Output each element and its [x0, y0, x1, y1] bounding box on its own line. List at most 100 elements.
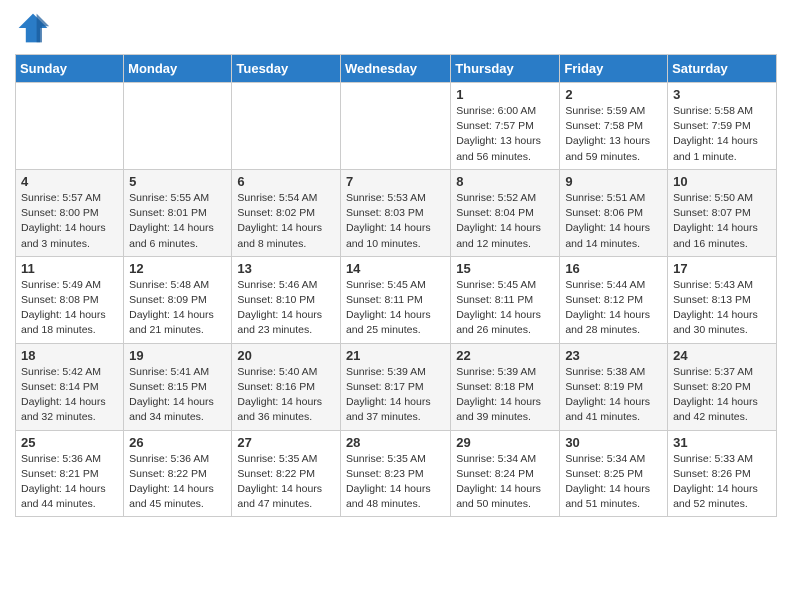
day-cell [232, 83, 341, 170]
day-cell: 1Sunrise: 6:00 AM Sunset: 7:57 PM Daylig… [451, 83, 560, 170]
day-cell: 31Sunrise: 5:33 AM Sunset: 8:26 PM Dayli… [668, 430, 777, 517]
day-number: 13 [237, 261, 335, 276]
week-row-5: 25 Sunrise: 5:36 AM Sunset: 8:21 PM Dayli… [16, 430, 777, 517]
day-number: 16 [565, 261, 662, 276]
day-info: Sunrise: 5:39 AM Sunset: 8:18 PM Dayligh… [456, 365, 554, 426]
weekday-header-saturday: Saturday [668, 55, 777, 83]
day-number: 30 [565, 435, 662, 450]
day-number: 6 [237, 174, 335, 189]
day-cell: 2 Sunrise: 5:59 AM Sunset: 7:58 PM Daylig… [560, 83, 668, 170]
day-number: 8 [456, 174, 554, 189]
day-number: 3 [673, 87, 771, 102]
day-number: 29 [456, 435, 554, 450]
weekday-header-tuesday: Tuesday [232, 55, 341, 83]
day-cell: 24 Sunrise: 5:37 AM Sunset: 8:20 PM Dayli… [668, 343, 777, 430]
day-cell: 7 Sunrise: 5:53 AM Sunset: 8:03 PM Daylig… [340, 169, 450, 256]
day-info: Sunrise: 5:36 AM Sunset: 8:21 PM Dayligh… [21, 452, 118, 513]
day-info: Sunrise: 5:50 AM Sunset: 8:07 PM Dayligh… [673, 191, 771, 252]
day-number: 17 [673, 261, 771, 276]
day-cell: 9 Sunrise: 5:51 AM Sunset: 8:06 PM Daylig… [560, 169, 668, 256]
week-row-4: 18Sunrise: 5:42 AM Sunset: 8:14 PM Dayli… [16, 343, 777, 430]
day-info: Sunrise: 5:48 AM Sunset: 8:09 PM Dayligh… [129, 278, 226, 339]
day-cell: 10 Sunrise: 5:50 AM Sunset: 8:07 PM Dayli… [668, 169, 777, 256]
day-info: Sunrise: 5:52 AM Sunset: 8:04 PM Dayligh… [456, 191, 554, 252]
logo-icon [15, 10, 51, 46]
day-cell: 17 Sunrise: 5:43 AM Sunset: 8:13 PM Dayli… [668, 256, 777, 343]
day-info: Sunrise: 5:41 AM Sunset: 8:15 PM Dayligh… [129, 365, 226, 426]
day-number: 23 [565, 348, 662, 363]
day-info: Sunrise: 5:57 AM Sunset: 8:00 PM Dayligh… [21, 191, 118, 252]
day-cell: 13 Sunrise: 5:46 AM Sunset: 8:10 PM Dayli… [232, 256, 341, 343]
day-info: Sunrise: 5:45 AM Sunset: 8:11 PM Dayligh… [346, 278, 445, 339]
day-number: 1 [456, 87, 554, 102]
day-info: Sunrise: 5:43 AM Sunset: 8:13 PM Dayligh… [673, 278, 771, 339]
day-info: Sunrise: 5:36 AM Sunset: 8:22 PM Dayligh… [129, 452, 226, 513]
day-info: Sunrise: 5:35 AM Sunset: 8:23 PM Dayligh… [346, 452, 445, 513]
weekday-header-monday: Monday [124, 55, 232, 83]
day-info: Sunrise: 5:59 AM Sunset: 7:58 PM Dayligh… [565, 104, 662, 165]
day-number: 11 [21, 261, 118, 276]
day-cell [340, 83, 450, 170]
calendar-table: SundayMondayTuesdayWednesdayThursdayFrid… [15, 54, 777, 517]
day-cell: 23 Sunrise: 5:38 AM Sunset: 8:19 PM Dayli… [560, 343, 668, 430]
day-info: Sunrise: 5:44 AM Sunset: 8:12 PM Dayligh… [565, 278, 662, 339]
weekday-header-thursday: Thursday [451, 55, 560, 83]
weekday-header-friday: Friday [560, 55, 668, 83]
day-number: 24 [673, 348, 771, 363]
logo [15, 10, 55, 46]
day-number: 2 [565, 87, 662, 102]
day-number: 15 [456, 261, 554, 276]
day-cell: 21 Sunrise: 5:39 AM Sunset: 8:17 PM Dayli… [340, 343, 450, 430]
day-number: 4 [21, 174, 118, 189]
day-number: 9 [565, 174, 662, 189]
day-cell: 22Sunrise: 5:39 AM Sunset: 8:18 PM Dayli… [451, 343, 560, 430]
week-row-3: 11 Sunrise: 5:49 AM Sunset: 8:08 PM Dayli… [16, 256, 777, 343]
day-info: Sunrise: 5:40 AM Sunset: 8:16 PM Dayligh… [237, 365, 335, 426]
day-number: 26 [129, 435, 226, 450]
day-cell: 16 Sunrise: 5:44 AM Sunset: 8:12 PM Dayli… [560, 256, 668, 343]
day-cell: 15Sunrise: 5:45 AM Sunset: 8:11 PM Dayli… [451, 256, 560, 343]
day-cell: 29Sunrise: 5:34 AM Sunset: 8:24 PM Dayli… [451, 430, 560, 517]
day-cell: 14Sunrise: 5:45 AM Sunset: 8:11 PM Dayli… [340, 256, 450, 343]
day-cell: 6 Sunrise: 5:54 AM Sunset: 8:02 PM Daylig… [232, 169, 341, 256]
day-number: 25 [21, 435, 118, 450]
day-info: Sunrise: 5:39 AM Sunset: 8:17 PM Dayligh… [346, 365, 445, 426]
day-info: Sunrise: 5:34 AM Sunset: 8:25 PM Dayligh… [565, 452, 662, 513]
week-row-1: 1Sunrise: 6:00 AM Sunset: 7:57 PM Daylig… [16, 83, 777, 170]
day-number: 7 [346, 174, 445, 189]
day-info: Sunrise: 5:46 AM Sunset: 8:10 PM Dayligh… [237, 278, 335, 339]
day-number: 20 [237, 348, 335, 363]
day-cell: 8 Sunrise: 5:52 AM Sunset: 8:04 PM Daylig… [451, 169, 560, 256]
day-cell: 30 Sunrise: 5:34 AM Sunset: 8:25 PM Dayli… [560, 430, 668, 517]
day-info: Sunrise: 5:54 AM Sunset: 8:02 PM Dayligh… [237, 191, 335, 252]
day-number: 21 [346, 348, 445, 363]
day-cell: 26 Sunrise: 5:36 AM Sunset: 8:22 PM Dayli… [124, 430, 232, 517]
day-info: Sunrise: 5:38 AM Sunset: 8:19 PM Dayligh… [565, 365, 662, 426]
day-cell: 20 Sunrise: 5:40 AM Sunset: 8:16 PM Dayli… [232, 343, 341, 430]
day-number: 10 [673, 174, 771, 189]
weekday-header-wednesday: Wednesday [340, 55, 450, 83]
day-cell: 19 Sunrise: 5:41 AM Sunset: 8:15 PM Dayli… [124, 343, 232, 430]
week-row-2: 4 Sunrise: 5:57 AM Sunset: 8:00 PM Daylig… [16, 169, 777, 256]
day-info: Sunrise: 5:53 AM Sunset: 8:03 PM Dayligh… [346, 191, 445, 252]
day-info: Sunrise: 5:49 AM Sunset: 8:08 PM Dayligh… [21, 278, 118, 339]
day-cell [124, 83, 232, 170]
day-cell: 11 Sunrise: 5:49 AM Sunset: 8:08 PM Dayli… [16, 256, 124, 343]
day-cell [16, 83, 124, 170]
day-cell: 5Sunrise: 5:55 AM Sunset: 8:01 PM Daylig… [124, 169, 232, 256]
day-cell: 28Sunrise: 5:35 AM Sunset: 8:23 PM Dayli… [340, 430, 450, 517]
weekday-header-row: SundayMondayTuesdayWednesdayThursdayFrid… [16, 55, 777, 83]
day-info: Sunrise: 5:58 AM Sunset: 7:59 PM Dayligh… [673, 104, 771, 165]
day-cell: 27Sunrise: 5:35 AM Sunset: 8:22 PM Dayli… [232, 430, 341, 517]
day-cell: 25 Sunrise: 5:36 AM Sunset: 8:21 PM Dayli… [16, 430, 124, 517]
day-info: Sunrise: 5:55 AM Sunset: 8:01 PM Dayligh… [129, 191, 226, 252]
weekday-header-sunday: Sunday [16, 55, 124, 83]
day-cell: 3 Sunrise: 5:58 AM Sunset: 7:59 PM Daylig… [668, 83, 777, 170]
day-info: Sunrise: 5:51 AM Sunset: 8:06 PM Dayligh… [565, 191, 662, 252]
day-number: 31 [673, 435, 771, 450]
day-number: 19 [129, 348, 226, 363]
header [15, 10, 777, 46]
day-info: Sunrise: 5:35 AM Sunset: 8:22 PM Dayligh… [237, 452, 335, 513]
day-cell: 18Sunrise: 5:42 AM Sunset: 8:14 PM Dayli… [16, 343, 124, 430]
day-info: Sunrise: 5:37 AM Sunset: 8:20 PM Dayligh… [673, 365, 771, 426]
